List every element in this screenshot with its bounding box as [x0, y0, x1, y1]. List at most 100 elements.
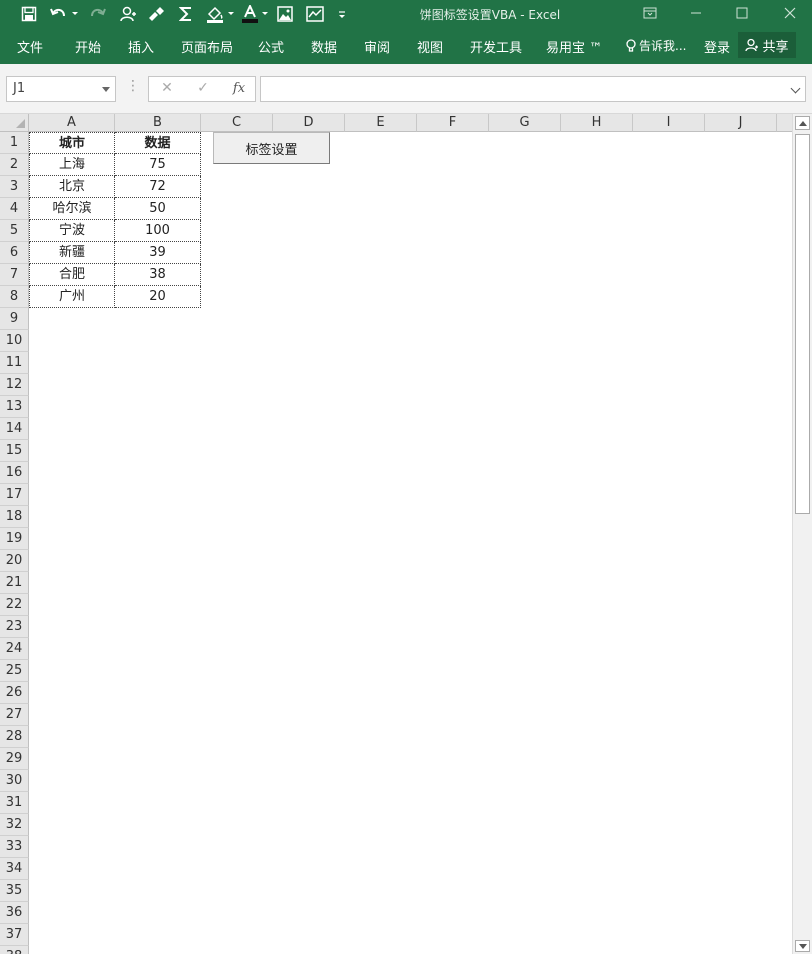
column-header-i[interactable]: I [633, 114, 705, 132]
column-header-j[interactable]: J [705, 114, 777, 132]
row-header-6[interactable]: 6 [0, 242, 29, 264]
share-button[interactable]: 共享 [738, 32, 796, 58]
column-header-f[interactable]: F [417, 114, 489, 132]
row-header-32[interactable]: 32 [0, 814, 29, 836]
table-cell[interactable]: 宁波 [29, 220, 115, 242]
column-header-c[interactable]: C [201, 114, 273, 132]
table-header-cell[interactable]: 城市 [29, 132, 115, 154]
row-header-38[interactable]: 38 [0, 946, 29, 954]
login-link[interactable]: 登录 [704, 37, 730, 56]
expand-formula-bar-icon[interactable] [790, 83, 801, 94]
tab-data[interactable]: 数据 [311, 37, 337, 56]
tab-review[interactable]: 审阅 [364, 37, 390, 56]
row-header-26[interactable]: 26 [0, 682, 29, 704]
picture-icon[interactable] [275, 3, 295, 25]
insert-function-icon[interactable]: fx [229, 81, 249, 96]
row-header-10[interactable]: 10 [0, 330, 29, 352]
row-header-31[interactable]: 31 [0, 792, 29, 814]
tell-me-search[interactable]: 告诉我... [626, 37, 686, 54]
row-header-22[interactable]: 22 [0, 594, 29, 616]
table-cell[interactable]: 100 [115, 220, 201, 242]
column-header-b[interactable]: B [115, 114, 201, 132]
formula-input[interactable] [260, 76, 806, 102]
row-header-9[interactable]: 9 [0, 308, 29, 330]
row-header-27[interactable]: 27 [0, 704, 29, 726]
table-cell[interactable]: 38 [115, 264, 201, 286]
row-header-16[interactable]: 16 [0, 462, 29, 484]
column-header-d[interactable]: D [273, 114, 345, 132]
minimize-icon[interactable] [686, 4, 706, 22]
undo-icon[interactable] [48, 3, 70, 25]
font-color-dropdown-icon[interactable] [260, 3, 270, 25]
worksheet-grid[interactable]: A B C D E F G H I J 1 2 3 4 5 6 7 8 9 10 11 12 13 14 1… [0, 114, 792, 954]
row-header-28[interactable]: 28 [0, 726, 29, 748]
row-header-15[interactable]: 15 [0, 440, 29, 462]
row-header-2[interactable]: 2 [0, 154, 29, 176]
row-header-20[interactable]: 20 [0, 550, 29, 572]
ribbon-display-options-icon[interactable] [640, 4, 660, 22]
row-header-8[interactable]: 8 [0, 286, 29, 308]
row-header-4[interactable]: 4 [0, 198, 29, 220]
table-header-cell[interactable]: 数据 [115, 132, 201, 154]
fill-color-icon[interactable] [204, 3, 226, 25]
undo-dropdown-icon[interactable] [70, 3, 80, 25]
table-cell[interactable]: 上海 [29, 154, 115, 176]
row-header-24[interactable]: 24 [0, 638, 29, 660]
vertical-scrollbar[interactable] [792, 114, 812, 954]
table-cell[interactable]: 合肥 [29, 264, 115, 286]
table-cell[interactable]: 20 [115, 286, 201, 308]
format-painter-icon[interactable] [146, 3, 166, 25]
column-header-a[interactable]: A [29, 114, 115, 132]
table-cell[interactable]: 50 [115, 198, 201, 220]
name-box-dropdown-icon[interactable] [102, 87, 110, 92]
tab-insert[interactable]: 插入 [128, 37, 154, 56]
row-header-29[interactable]: 29 [0, 748, 29, 770]
tab-file[interactable]: 文件 [17, 37, 43, 56]
column-header-g[interactable]: G [489, 114, 561, 132]
chart-icon[interactable] [304, 3, 326, 25]
table-cell[interactable]: 新疆 [29, 242, 115, 264]
maximize-icon[interactable] [732, 4, 752, 22]
row-header-12[interactable]: 12 [0, 374, 29, 396]
select-all-corner[interactable] [0, 114, 29, 132]
column-header-e[interactable]: E [345, 114, 417, 132]
row-header-1[interactable]: 1 [0, 132, 29, 154]
table-cell[interactable]: 39 [115, 242, 201, 264]
scroll-thumb[interactable] [795, 134, 810, 514]
row-header-18[interactable]: 18 [0, 506, 29, 528]
name-box[interactable]: J1 [6, 76, 116, 102]
add-user-icon[interactable] [118, 3, 138, 25]
font-color-icon[interactable] [240, 3, 260, 25]
row-header-21[interactable]: 21 [0, 572, 29, 594]
tab-developer[interactable]: 开发工具 [470, 37, 522, 56]
row-header-5[interactable]: 5 [0, 220, 29, 242]
row-header-3[interactable]: 3 [0, 176, 29, 198]
tab-easy-tools[interactable]: 易用宝 ™ [546, 37, 602, 56]
row-header-13[interactable]: 13 [0, 396, 29, 418]
close-icon[interactable] [780, 4, 800, 22]
row-header-35[interactable]: 35 [0, 880, 29, 902]
scroll-up-icon[interactable] [795, 116, 810, 130]
table-cell[interactable]: 75 [115, 154, 201, 176]
fill-color-dropdown-icon[interactable] [226, 3, 236, 25]
redo-icon[interactable] [86, 3, 108, 25]
tab-formulas[interactable]: 公式 [258, 37, 284, 56]
table-cell[interactable]: 北京 [29, 176, 115, 198]
table-cell[interactable]: 哈尔滨 [29, 198, 115, 220]
sum-icon[interactable] [176, 3, 196, 25]
column-header-h[interactable]: H [561, 114, 633, 132]
row-header-34[interactable]: 34 [0, 858, 29, 880]
row-header-7[interactable]: 7 [0, 264, 29, 286]
table-cell[interactable]: 72 [115, 176, 201, 198]
row-header-25[interactable]: 25 [0, 660, 29, 682]
save-icon[interactable] [18, 3, 40, 25]
cancel-icon[interactable]: ✕ [157, 80, 177, 96]
enter-icon[interactable]: ✓ [193, 80, 213, 96]
row-header-37[interactable]: 37 [0, 924, 29, 946]
customize-qat-icon[interactable] [336, 3, 348, 25]
label-settings-button[interactable]: 标签设置 [213, 132, 330, 164]
row-header-11[interactable]: 11 [0, 352, 29, 374]
scroll-down-icon[interactable] [795, 940, 810, 952]
formula-bar-splitter[interactable]: ⋮ [126, 78, 140, 94]
tab-home[interactable]: 开始 [75, 37, 101, 56]
